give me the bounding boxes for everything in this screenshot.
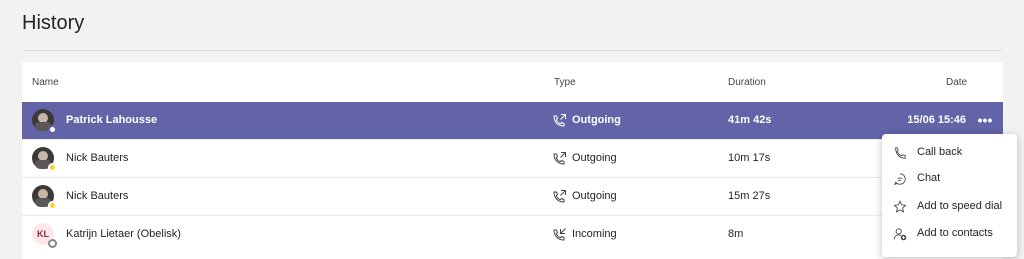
phone-icon — [895, 147, 906, 159]
star-icon — [893, 200, 907, 213]
call-duration: 10m 17s — [728, 152, 771, 164]
call-type: Outgoing — [572, 152, 617, 164]
contact-name: Katrijn Lietaer (Obelisk) — [66, 228, 181, 240]
chat-icon — [893, 173, 906, 185]
header-type[interactable]: Type — [554, 77, 576, 88]
outgoing-call-icon — [553, 114, 566, 127]
table-row[interactable]: Patrick Lahousse Outgoing 41m 42s 15/06 … — [22, 102, 1003, 139]
menu-item-label: Call back — [917, 146, 963, 158]
outgoing-call-icon — [553, 152, 566, 165]
call-type: Outgoing — [572, 114, 621, 126]
menu-item-label: Add to speed dial — [917, 200, 1003, 212]
menu-item-add-speed-dial[interactable]: Add to speed dial — [882, 194, 1017, 220]
call-duration: 41m 42s — [728, 114, 772, 126]
table-header: Name Type Duration Date — [22, 62, 1003, 102]
presence-status-icon — [48, 163, 57, 172]
avatar-initials: KL — [37, 229, 49, 239]
page-title: History — [22, 12, 85, 34]
title-divider — [22, 50, 1003, 51]
presence-status-icon — [48, 239, 57, 248]
table-row[interactable]: Nick Bauters Outgoing 10m 17s — [22, 139, 1003, 177]
call-type: Incoming — [572, 228, 617, 240]
menu-item-call-back[interactable]: Call back — [882, 140, 1017, 166]
table-row[interactable]: Nick Bauters Outgoing 15m 27s — [22, 177, 1003, 215]
menu-item-label: Add to contacts — [917, 227, 993, 239]
presence-status-icon — [48, 125, 57, 134]
table-row[interactable]: KL Katrijn Lietaer (Obelisk) Incoming 8m — [22, 215, 1003, 253]
contact-name: Patrick Lahousse — [66, 114, 158, 126]
avatar — [32, 185, 57, 210]
menu-item-label: Chat — [917, 172, 941, 184]
header-name[interactable]: Name — [32, 77, 59, 88]
outgoing-call-icon — [553, 190, 566, 203]
call-type: Outgoing — [572, 190, 617, 202]
header-duration[interactable]: Duration — [728, 77, 766, 88]
more-options-icon[interactable]: ••• — [977, 112, 993, 128]
avatar: KL — [32, 223, 57, 248]
call-duration: 15m 27s — [728, 190, 771, 202]
incoming-call-icon — [553, 228, 566, 241]
menu-item-chat[interactable]: Chat — [882, 166, 1017, 192]
header-date[interactable]: Date — [946, 77, 967, 88]
menu-item-add-contacts[interactable]: Add to contacts — [882, 221, 1017, 247]
contact-name: Nick Bauters — [66, 152, 129, 164]
call-duration: 8m — [728, 228, 744, 240]
avatar — [32, 109, 57, 134]
add-contact-icon — [893, 228, 907, 241]
contact-name: Nick Bauters — [66, 190, 129, 202]
avatar — [32, 147, 57, 172]
context-menu: Call back Chat Add to speed dial Add to … — [882, 134, 1017, 257]
history-table: Name Type Duration Date Patrick Lahousse… — [22, 62, 1003, 259]
presence-status-icon — [48, 201, 57, 210]
